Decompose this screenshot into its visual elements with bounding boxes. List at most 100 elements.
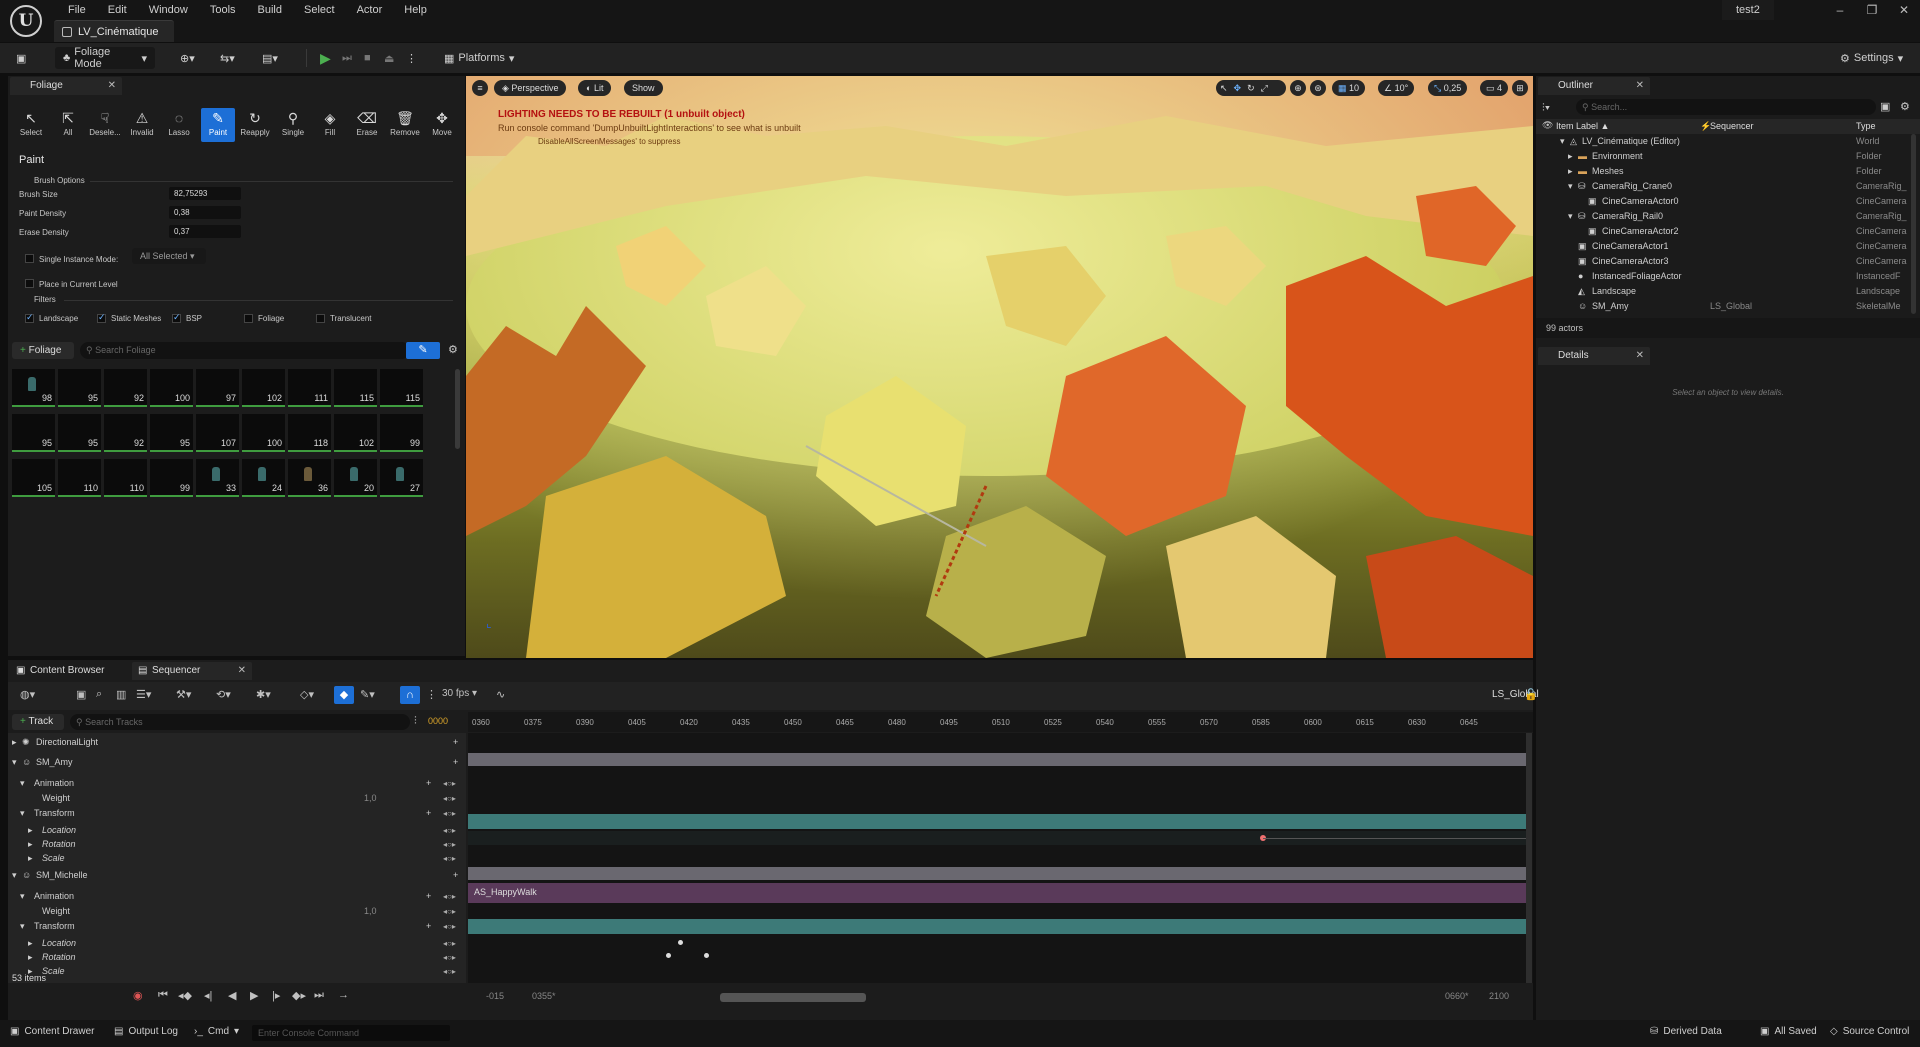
sm-amy-lane[interactable]: [468, 753, 1526, 766]
track-row[interactable]: ▸ ✺ DirectionalLight +: [8, 735, 463, 750]
tool-erase[interactable]: ⌫ Erase: [350, 108, 384, 142]
play-options-icon[interactable]: ⋮: [406, 47, 417, 69]
find-asset-icon[interactable]: ⌕: [96, 688, 102, 701]
place-current-level-checkbox[interactable]: [25, 279, 34, 288]
col-sequencer[interactable]: Sequencer: [1710, 121, 1754, 131]
tool-reapply[interactable]: ↻ Reapply: [238, 108, 272, 142]
surface-snap-icon[interactable]: ⊛: [1310, 80, 1326, 96]
select-mode-icon[interactable]: ↖: [1220, 80, 1228, 96]
add-actor-icon[interactable]: ⊕▾: [180, 47, 195, 69]
add-icon[interactable]: +: [453, 755, 458, 770]
track-row[interactable]: ▾ Animation + ◂○▸: [8, 776, 463, 791]
foliage-thumb[interactable]: 95: [12, 414, 55, 452]
key-controls[interactable]: ◂○▸: [443, 851, 456, 866]
expand-icon[interactable]: ▾: [20, 919, 25, 934]
derived-data-button[interactable]: ⛁ Derived Data: [1650, 1026, 1722, 1037]
add-icon[interactable]: +: [426, 806, 431, 821]
record-icon[interactable]: ◉: [133, 989, 143, 1002]
outliner-row[interactable]: ☺ SM_Amy LS_Global SkeletalMe: [1536, 299, 1911, 314]
play-reverse-icon[interactable]: ◀: [228, 989, 236, 1002]
world-icon[interactable]: ◍▾: [20, 688, 35, 701]
scrollbar[interactable]: [1526, 733, 1532, 983]
expand-icon[interactable]: ▾: [20, 776, 25, 791]
foliage-thumb[interactable]: 105: [12, 459, 55, 497]
amy-transform-section[interactable]: [468, 814, 1526, 829]
stop-icon[interactable]: ■: [364, 47, 371, 69]
search-foliage-input[interactable]: ⚲ Search Foliage: [80, 342, 410, 359]
key-controls[interactable]: ◂○▸: [443, 823, 456, 838]
search-tracks-input[interactable]: ⚲ Search Tracks: [70, 714, 410, 730]
expand-icon[interactable]: ▾: [1568, 209, 1573, 224]
foliage-thumb[interactable]: 36: [288, 459, 331, 497]
tool-invalid[interactable]: ⚠ Invalid: [125, 108, 159, 142]
expand-icon[interactable]: ▸: [28, 950, 33, 965]
scrollbar[interactable]: [1911, 134, 1916, 314]
brush-options-heading[interactable]: Brush Options: [34, 176, 85, 185]
outliner-row[interactable]: ▣ CineCameraActor3 CineCamera: [1536, 254, 1911, 269]
tool-single[interactable]: ⚲ Single: [276, 108, 310, 142]
filter-icon[interactable]: ⫶: [414, 715, 417, 728]
animation-clip[interactable]: AS_HappyWalk: [468, 883, 1526, 903]
outliner-row[interactable]: ▸ ▬ Environment Folder: [1536, 149, 1911, 164]
scale-snap-button[interactable]: ⤡ 0,25: [1428, 80, 1468, 96]
menu-edit[interactable]: Edit: [97, 3, 138, 17]
filter-landscape-checkbox[interactable]: [25, 312, 34, 323]
details-tab[interactable]: Details ✕: [1538, 347, 1650, 365]
track-row[interactable]: ▾ Animation + ◂○▸: [8, 889, 463, 904]
foliage-thumb[interactable]: 95: [58, 414, 101, 452]
foliage-thumb[interactable]: 115: [334, 369, 377, 407]
jump-start-icon[interactable]: ⏮: [158, 989, 168, 1002]
all-saved-button[interactable]: ▣ All Saved: [1760, 1026, 1817, 1037]
key-controls[interactable]: ◂○▸: [443, 904, 456, 919]
key-controls[interactable]: ◂○▸: [443, 791, 456, 806]
foliage-thumb[interactable]: 100: [242, 414, 285, 452]
menu-actor[interactable]: Actor: [346, 3, 394, 17]
add-foliage-button[interactable]: + Foliage: [12, 342, 74, 359]
track-row[interactable]: ▸ Scale ◂○▸: [8, 851, 463, 866]
foliage-thumb[interactable]: 27: [380, 459, 423, 497]
key-controls[interactable]: ◂○▸: [443, 950, 456, 965]
track-row[interactable]: ▸ Location ◂○▸: [8, 936, 463, 951]
track-row[interactable]: ▸ Rotation ◂○▸: [8, 950, 463, 965]
outliner-search-input[interactable]: ⚲ Search...: [1576, 99, 1876, 115]
expand-icon[interactable]: ▾: [1568, 179, 1573, 194]
foliage-thumb[interactable]: 97: [196, 369, 239, 407]
foliage-thumb[interactable]: 110: [58, 459, 101, 497]
filter-foliage-checkbox[interactable]: [244, 314, 253, 323]
eye-icon[interactable]: 👁: [1542, 120, 1553, 131]
foliage-thumb[interactable]: 99: [380, 414, 423, 452]
keyframe-marker[interactable]: [704, 953, 709, 958]
foliage-thumb[interactable]: 110: [104, 459, 147, 497]
prev-key-icon[interactable]: ◂◆: [178, 989, 192, 1002]
render-icon[interactable]: ▥: [116, 688, 126, 701]
tool-fill[interactable]: ◈ Fill: [313, 108, 347, 142]
foliage-thumb[interactable]: 102: [334, 414, 377, 452]
lock-icon[interactable]: 🔓: [1524, 688, 1538, 701]
outliner-tab[interactable]: Outliner ✕: [1538, 77, 1650, 95]
rotation-snap-button[interactable]: ∠ 10°: [1378, 80, 1415, 96]
prev-frame-icon[interactable]: ◂|: [204, 989, 212, 1002]
foliage-thumb[interactable]: 98: [12, 369, 55, 407]
tool-deselect[interactable]: ☟ Desele...: [88, 108, 122, 142]
expand-icon[interactable]: ▸: [28, 837, 33, 852]
menu-window[interactable]: Window: [138, 3, 199, 17]
play-icon[interactable]: ▶: [250, 989, 258, 1002]
sequencer-tab[interactable]: ▤ Sequencer ✕: [132, 662, 252, 680]
key-controls[interactable]: ◂○▸: [443, 919, 456, 934]
sm-michelle-lane[interactable]: [468, 867, 1526, 880]
outliner-row[interactable]: ▸ ▬ Meshes Folder: [1536, 164, 1911, 179]
foliage-thumb[interactable]: 111: [288, 369, 331, 407]
outliner-row[interactable]: ▾ ⛁ CameraRig_Rail0 CameraRig_: [1536, 209, 1911, 224]
current-frame[interactable]: 0000: [428, 716, 448, 726]
track-row[interactable]: ▸ Location ◂○▸: [8, 823, 463, 838]
foliage-tab[interactable]: Foliage ✕: [10, 77, 122, 95]
timeline-scrollbar[interactable]: [720, 993, 866, 1002]
foliage-thumb[interactable]: 24: [242, 459, 285, 497]
restore-icon[interactable]: ❐: [1860, 2, 1884, 18]
foliage-thumb[interactable]: 118: [288, 414, 331, 452]
close-icon[interactable]: ✕: [108, 77, 116, 95]
tool-paint[interactable]: ✎ Paint: [201, 108, 235, 142]
expand-icon[interactable]: ▾: [12, 868, 17, 883]
add-icon[interactable]: +: [426, 889, 431, 904]
tools-icon[interactable]: ⚒▾: [176, 688, 191, 701]
